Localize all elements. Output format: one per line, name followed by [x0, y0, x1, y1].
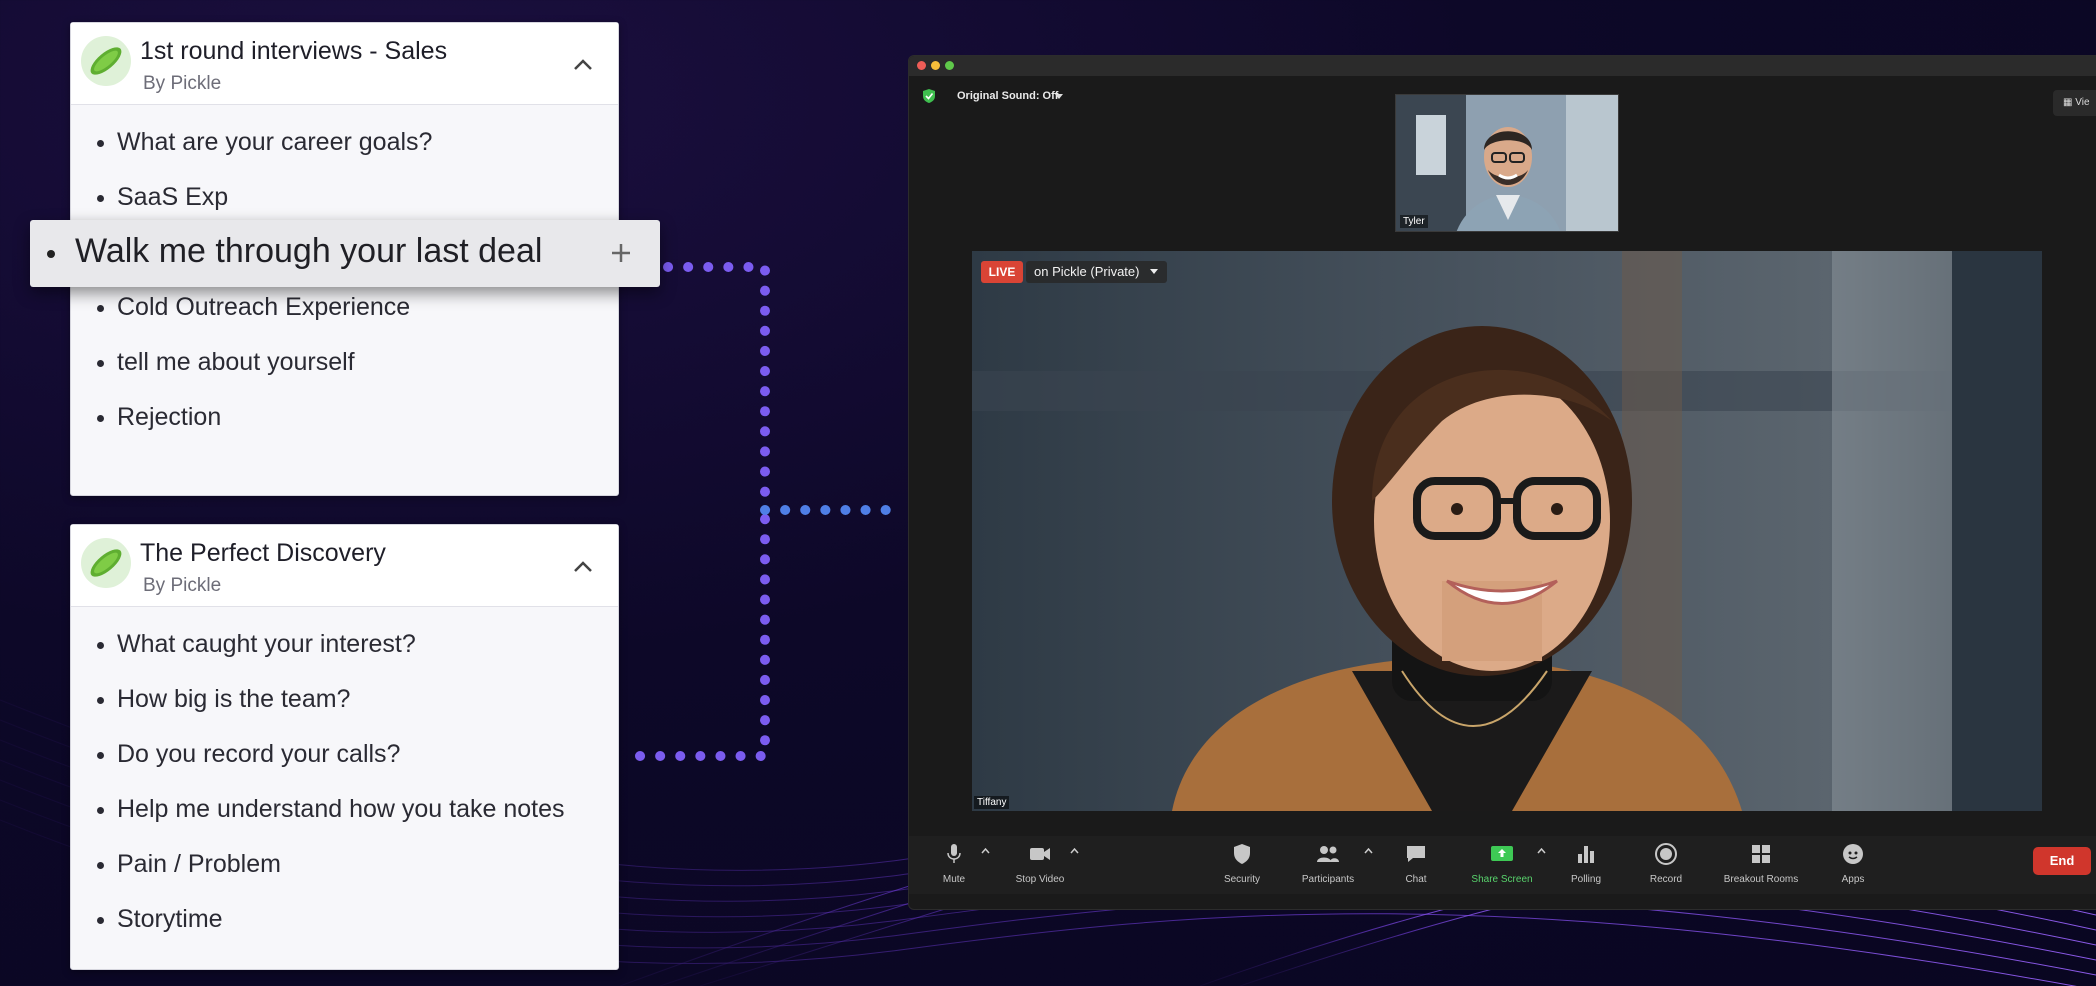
share-screen-button[interactable]: Share Screen [1457, 842, 1547, 890]
polling-label: Polling [1570, 874, 1602, 885]
dragged-question-text: Walk me through your last deal [75, 232, 543, 270]
video-camera-icon [1030, 848, 1050, 860]
card-header[interactable]: 1st round interviews - Sales By Pickle [71, 23, 618, 105]
card-title: The Perfect Discovery [140, 539, 386, 567]
apps-label: Apps [1841, 874, 1865, 885]
chevron-up-icon[interactable] [566, 49, 600, 79]
card-subtitle: By Pickle [143, 575, 222, 596]
chat-bubble-icon [1407, 846, 1425, 862]
share-screen-icon [1491, 846, 1513, 861]
apps-icon [1843, 844, 1863, 864]
participants-label: Participants [1301, 874, 1355, 885]
list-item[interactable]: Do you record your calls? [71, 727, 618, 782]
list-item[interactable]: Pain / Problem [71, 837, 618, 892]
meeting-toolbar: Mute Stop Video Security Participants Ch… [909, 836, 2096, 894]
list-item[interactable]: SaaS Exp [71, 170, 618, 225]
active-speaker-video: LIVE on Pickle (Private) Tiffany [972, 251, 2042, 811]
list-item[interactable]: What are your career goals? [71, 115, 618, 170]
live-badge: LIVE [981, 261, 1023, 283]
question-list: What caught your interest? How big is th… [71, 607, 618, 947]
caret-down-icon [1150, 269, 1159, 274]
share-screen-label: Share Screen [1471, 874, 1533, 885]
card-title: 1st round interviews - Sales [140, 37, 448, 65]
mute-options-caret-icon[interactable] [981, 848, 990, 854]
live-destination-label: on Pickle (Private) [1034, 264, 1140, 279]
card-header[interactable]: The Perfect Discovery By Pickle [71, 525, 618, 607]
security-shield-icon [1234, 844, 1250, 864]
mute-label: Mute [942, 874, 966, 885]
record-button[interactable]: Record [1621, 842, 1711, 890]
maximize-window-button[interactable] [945, 61, 954, 70]
speaker-name: Tiffany [974, 796, 1010, 809]
security-label: Security [1223, 874, 1261, 885]
polling-button[interactable]: Polling [1541, 842, 1631, 890]
pickle-logo-icon [81, 36, 131, 86]
shield-icon [923, 89, 935, 103]
record-icon [1655, 843, 1677, 865]
list-item[interactable]: How big is the team? [71, 672, 618, 727]
breakout-rooms-button[interactable]: Breakout Rooms [1716, 842, 1806, 890]
participant-thumbnail[interactable]: Tyler [1395, 94, 1619, 232]
breakout-rooms-label: Breakout Rooms [1723, 874, 1799, 885]
list-item[interactable]: Cold Outreach Experience [71, 280, 618, 335]
stop-video-label: Stop Video [1015, 874, 1065, 885]
bar-chart-icon [1578, 846, 1594, 863]
participants-button[interactable]: Participants [1283, 842, 1373, 890]
connector-lines [635, 262, 770, 761]
window-titlebar [909, 56, 2096, 76]
bullet-icon [47, 250, 55, 258]
participant-name: Tyler [1400, 215, 1428, 228]
chat-button[interactable]: Chat [1371, 842, 1461, 890]
list-item[interactable]: tell me about yourself [71, 335, 618, 390]
chat-label: Chat [1405, 874, 1427, 885]
card-subtitle: By Pickle [143, 73, 222, 94]
grid-icon: ▦ [2063, 97, 2073, 108]
list-item[interactable]: Help me understand how you take notes [71, 782, 618, 837]
list-item[interactable]: Storytime [71, 892, 618, 947]
close-window-button[interactable] [917, 61, 926, 70]
script-card-2: The Perfect Discovery By Pickle What cau… [70, 524, 619, 970]
participants-icon [1317, 846, 1339, 862]
list-item[interactable]: Rejection [71, 390, 618, 445]
record-label: Record [1649, 874, 1683, 885]
pickle-logo-icon [81, 538, 131, 588]
plus-icon[interactable] [608, 240, 634, 266]
original-sound-toggle[interactable]: Original Sound: Off [957, 90, 1058, 102]
chevron-up-icon[interactable] [566, 551, 600, 581]
microphone-icon [947, 844, 961, 863]
security-button[interactable]: Security [1197, 842, 1287, 890]
dragged-question-item[interactable]: Walk me through your last deal [30, 220, 660, 287]
apps-button[interactable]: Apps [1808, 842, 1898, 890]
end-meeting-button[interactable]: End [2033, 847, 2091, 875]
minimize-window-button[interactable] [931, 61, 940, 70]
view-button[interactable]: ▦ Vie [2053, 90, 2096, 116]
list-item[interactable]: What caught your interest? [71, 617, 618, 672]
zoom-meeting-window: Original Sound: Off ▦ Vie Tyler LIVE on … [908, 55, 2096, 910]
video-options-caret-icon[interactable] [1070, 848, 1079, 854]
live-destination-dropdown[interactable]: on Pickle (Private) [1026, 261, 1168, 283]
speaker-video-image [972, 251, 2042, 811]
view-label: Vie [2075, 97, 2090, 108]
caret-down-icon[interactable] [1055, 94, 1063, 100]
participant-thumbnail-image [1396, 95, 1618, 231]
breakout-rooms-icon [1752, 845, 1770, 863]
